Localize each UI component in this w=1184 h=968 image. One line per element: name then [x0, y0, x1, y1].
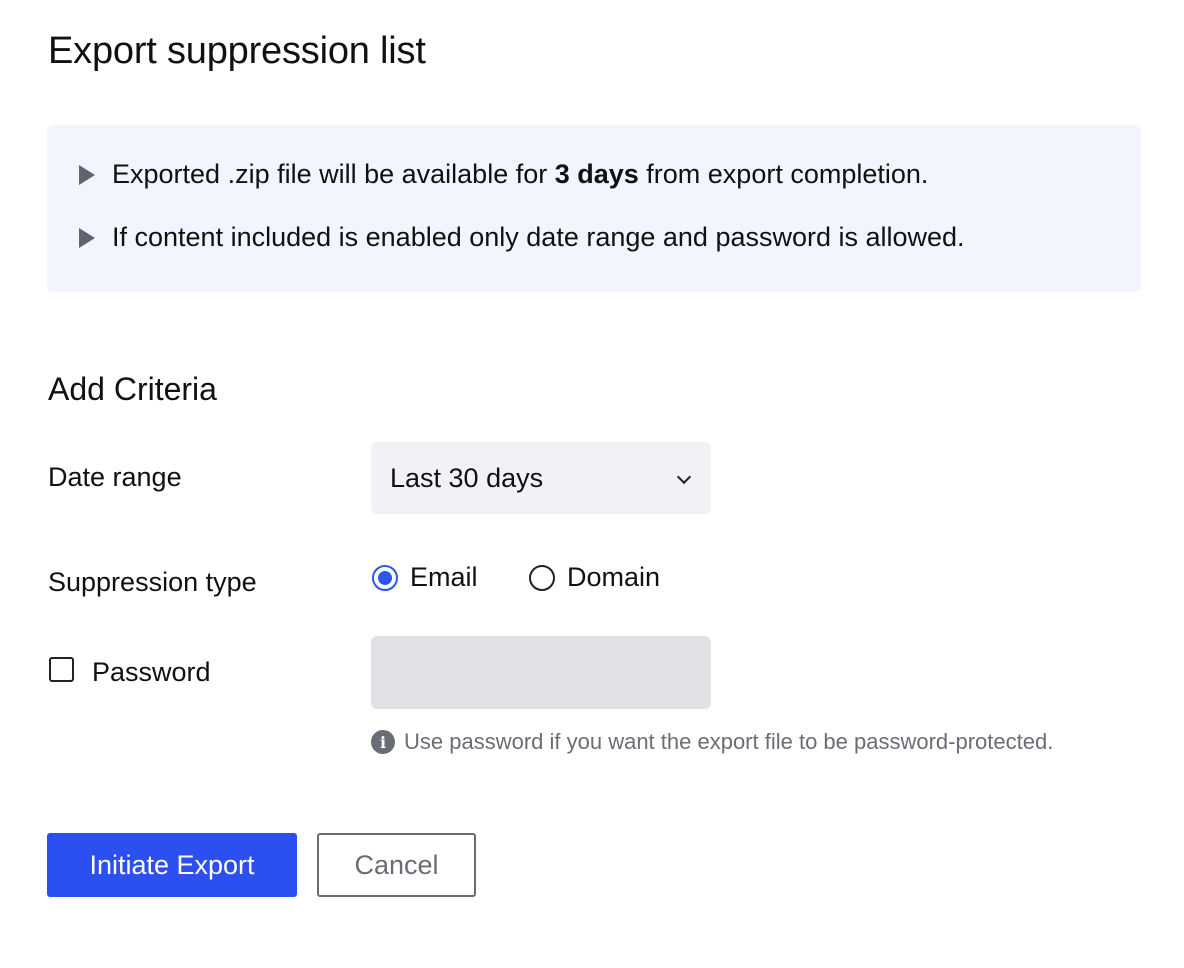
info-line-retention: Exported .zip file will be available for… [79, 159, 928, 190]
info-text-bold: 3 days [554, 159, 639, 189]
info-text: If content included is enabled only date… [112, 222, 965, 252]
radio-email[interactable]: Email [372, 562, 478, 593]
password-hint: i Use password if you want the export fi… [371, 729, 1053, 755]
chevron-down-icon [676, 469, 692, 485]
radio-circle [529, 564, 555, 591]
info-icon: i [371, 730, 395, 754]
password-input[interactable] [371, 636, 711, 709]
cancel-button[interactable]: Cancel [317, 833, 476, 897]
info-box: Exported .zip file will be available for… [47, 125, 1141, 292]
info-line-content: If content included is enabled only date… [79, 222, 965, 253]
triangle-bullet-icon [79, 164, 95, 185]
initiate-export-button[interactable]: Initiate Export [47, 833, 297, 897]
password-label: Password [92, 657, 211, 687]
date-range-value: Last 30 days [390, 462, 544, 493]
radio-email-label: Email [410, 562, 478, 592]
radio-domain-label: Domain [567, 562, 661, 592]
date-range-select[interactable]: Last 30 days [371, 442, 711, 514]
triangle-bullet-icon [79, 227, 95, 248]
section-title: Add Criteria [48, 371, 217, 407]
suppression-type-label: Suppression type [48, 567, 257, 597]
date-range-label: Date range [48, 462, 182, 492]
radio-circle [372, 564, 398, 591]
info-text-prefix: Exported .zip file will be available for [112, 159, 555, 189]
password-hint-text: Use password if you want the export file… [404, 729, 1054, 754]
password-checkbox[interactable] [49, 657, 74, 682]
info-text-suffix: from export completion. [638, 159, 929, 189]
page-title: Export suppression list [48, 30, 426, 72]
radio-domain[interactable]: Domain [529, 562, 660, 593]
